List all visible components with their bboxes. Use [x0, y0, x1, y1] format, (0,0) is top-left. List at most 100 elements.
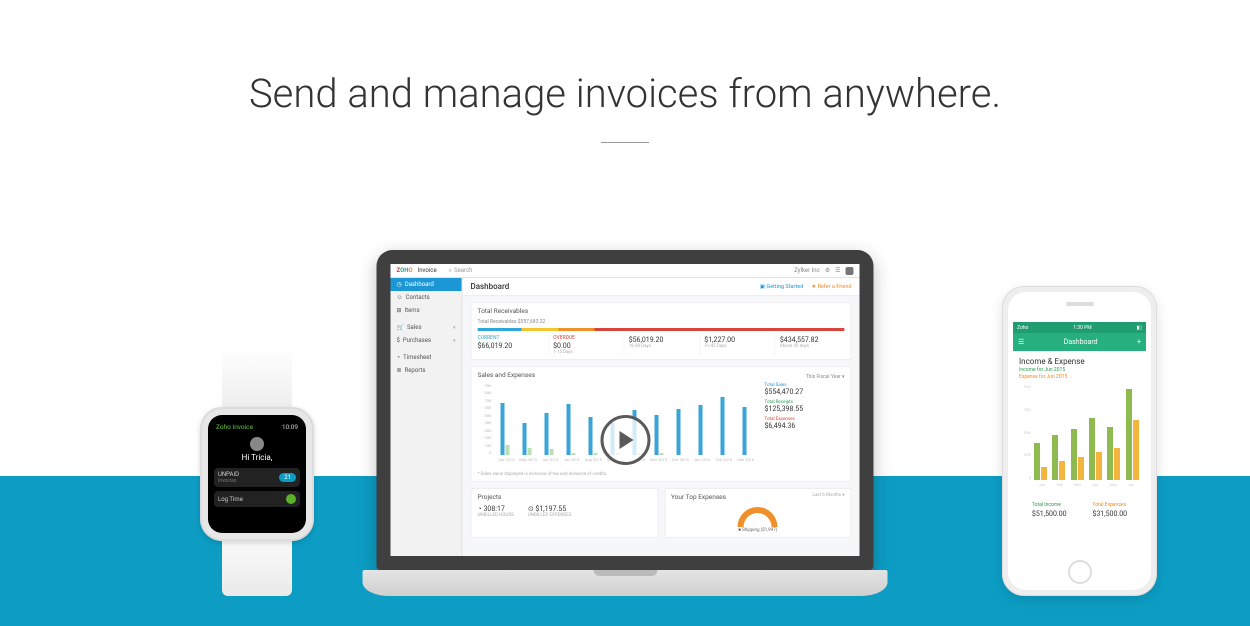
sidebar: ◷Dashboard ☺Contacts ⊞Items 🛒Sales▾ $Pur…: [391, 278, 463, 556]
project-stat: ◔ 308:17UNBILLED HOURS: [478, 505, 514, 518]
period-select[interactable]: Last 6 Months ▾: [812, 493, 844, 505]
timesheet-icon: ◔: [397, 354, 401, 361]
topbar: ZOHO Invoice ⌕ Search Zylker Inc ⚙ ☰: [391, 264, 860, 278]
watch-logtime-card[interactable]: Log Time: [214, 491, 300, 507]
reports-icon: ≣: [397, 367, 402, 374]
home-button[interactable]: [1068, 560, 1092, 584]
recv-sub: 16-30 Days: [629, 344, 694, 349]
phone-content-title: Income & Expense: [1019, 357, 1140, 366]
sidebar-item-sales[interactable]: 🛒Sales ▾: [391, 321, 462, 334]
menu-icon[interactable]: ☰: [1018, 338, 1024, 346]
top-expenses-card: Your Top Expenses Last 6 Months ▾ ■ Ship…: [664, 488, 852, 538]
search-input[interactable]: ⌕ Search: [449, 267, 791, 275]
chevron-down-icon: ▾: [453, 325, 456, 331]
watch-app-name: Zoho Invoice: [216, 423, 253, 431]
org-name[interactable]: Zylker Inc: [794, 267, 820, 274]
gear-icon[interactable]: ⚙: [825, 267, 830, 274]
play-icon: [620, 431, 634, 449]
sales-expenses-card: Sales and Expenses This Fiscal Year ▾ 90…: [471, 366, 852, 482]
watch-greeting: Hi Tricia,: [214, 453, 300, 462]
phone-total: Total Income$51,500.00: [1032, 502, 1067, 518]
card-title: Sales and Expenses: [478, 371, 536, 379]
recv-value: $1,227.00: [704, 336, 769, 344]
contacts-icon: ☺: [397, 294, 403, 301]
sidebar-item-label: Purchases: [403, 337, 431, 344]
search-icon: ⌕: [449, 267, 452, 275]
phone-expense-label: Expense for Jun 2015: [1019, 374, 1140, 380]
watch-logtime-label: Log Time: [218, 496, 243, 503]
recv-label: OVERDUE: [553, 335, 618, 341]
phone-device: Zoho 1:30 PM ▮▯ ☰ Dashboard + Income & E…: [1002, 286, 1157, 596]
watch-unpaid-sub: Invoices: [218, 478, 239, 484]
headline-divider: [601, 142, 649, 143]
sidebar-item-label: Items: [405, 307, 420, 314]
sidebar-item-label: Contacts: [406, 294, 430, 301]
watch-case: Zoho Invoice 10:09 Hi Tricia, UNPAID Inv…: [200, 407, 314, 541]
recv-value: $434,557.82: [780, 336, 845, 344]
recv-sub: Above 45 days: [780, 344, 845, 349]
page-headline: Send and manage invoices from anywhere.: [0, 0, 1250, 117]
card-title: Your Top Expenses: [671, 493, 726, 501]
phone-statusbar: Zoho 1:30 PM ▮▯: [1013, 322, 1146, 333]
status-battery-icon: ▮▯: [1136, 325, 1142, 331]
status-time: 1:30 PM: [1073, 325, 1091, 331]
sidebar-item-reports[interactable]: ≣Reports: [391, 364, 462, 377]
laptop-device: ZOHO Invoice ⌕ Search Zylker Inc ⚙ ☰ ◷Da…: [363, 250, 888, 596]
sidebar-item-dashboard[interactable]: ◷Dashboard: [391, 278, 462, 291]
phone-nav-title: Dashboard: [1064, 338, 1098, 346]
sidebar-item-contacts[interactable]: ☺Contacts: [391, 291, 462, 304]
dashboard-icon: ◷: [397, 281, 402, 288]
phone-chart: 90K70K50K30K0 JanFebMarAprMayJun: [1019, 384, 1140, 494]
recv-value: $56,019.20: [629, 336, 694, 344]
laptop-bezel: ZOHO Invoice ⌕ Search Zylker Inc ⚙ ☰ ◷Da…: [377, 250, 874, 570]
sales-icon: 🛒: [397, 324, 404, 331]
recv-label: CURRENT: [478, 335, 543, 341]
fiscal-year-select[interactable]: This Fiscal Year ▾: [806, 374, 845, 380]
brand-logo: ZOHO: [397, 267, 413, 274]
receivables-total: Total Receivables $557,683.22: [478, 319, 845, 325]
projects-card: Projects ◔ 308:17UNBILLED HOURS ⊙ $1,197.…: [471, 488, 659, 538]
project-stat: ⊙ $1,197.55UNBILLED EXPENSES: [528, 505, 572, 518]
play-button[interactable]: [600, 415, 650, 465]
watch-device: Zoho Invoice 10:09 Hi Tricia, UNPAID Inv…: [193, 351, 321, 596]
sidebar-item-label: Sales: [407, 324, 422, 331]
main-content: Dashboard ▣ Getting Started ★ Refer a Fr…: [463, 278, 860, 556]
avatar-icon[interactable]: [846, 267, 854, 275]
getting-started-link[interactable]: ▣ Getting Started: [760, 284, 804, 290]
sidebar-item-label: Reports: [405, 367, 426, 374]
donut-chart: [738, 507, 778, 527]
product-name: Invoice: [418, 267, 437, 274]
recv-sub: 1-15 Days: [553, 350, 618, 355]
items-icon: ⊞: [397, 307, 402, 314]
chart-footnote: * Sales value displayed is inclusive of …: [478, 472, 845, 477]
page-title: Dashboard: [471, 282, 510, 291]
refer-friend-link[interactable]: ★ Refer a Friend: [811, 284, 851, 290]
watch-time: 10:09: [282, 423, 298, 431]
add-button[interactable]: +: [1137, 338, 1141, 346]
card-title: Projects: [478, 493, 652, 501]
play-icon: [286, 494, 296, 504]
watch-unpaid-card[interactable]: UNPAID Invoices 21: [214, 468, 300, 487]
avatar-icon: [250, 437, 264, 451]
bell-icon[interactable]: ☰: [835, 267, 840, 274]
phone-screen: Zoho 1:30 PM ▮▯ ☰ Dashboard + Income & E…: [1013, 322, 1146, 554]
chevron-down-icon: ▾: [453, 338, 456, 344]
recv-value: $66,019.20: [478, 342, 543, 350]
search-placeholder: Search: [454, 267, 472, 274]
receivables-bar: [478, 328, 845, 331]
sales-legend: Total Sales$554,470.27Total Receipts$125…: [765, 383, 845, 469]
phone-income-label: Income for Jun 2015: [1019, 367, 1140, 373]
sidebar-item-timesheet[interactable]: ◔Timesheet: [391, 351, 462, 364]
phone-total: Total Expenses$31,500.00: [1092, 502, 1127, 518]
status-carrier: Zoho: [1017, 325, 1028, 331]
watch-screen: Zoho Invoice 10:09 Hi Tricia, UNPAID Inv…: [208, 415, 306, 533]
sidebar-item-items[interactable]: ⊞Items: [391, 304, 462, 317]
unpaid-count-badge: 21: [279, 473, 296, 482]
recv-value: $0.00: [553, 342, 618, 350]
phone-speaker: [1066, 302, 1094, 306]
card-title: Total Receivables: [478, 307, 845, 315]
phone-navbar: ☰ Dashboard +: [1013, 333, 1146, 351]
sidebar-item-purchases[interactable]: $Purchases▾: [391, 334, 462, 347]
watch-unpaid-label: UNPAID: [218, 471, 239, 478]
receivables-card: Total Receivables Total Receivables $557…: [471, 302, 852, 360]
